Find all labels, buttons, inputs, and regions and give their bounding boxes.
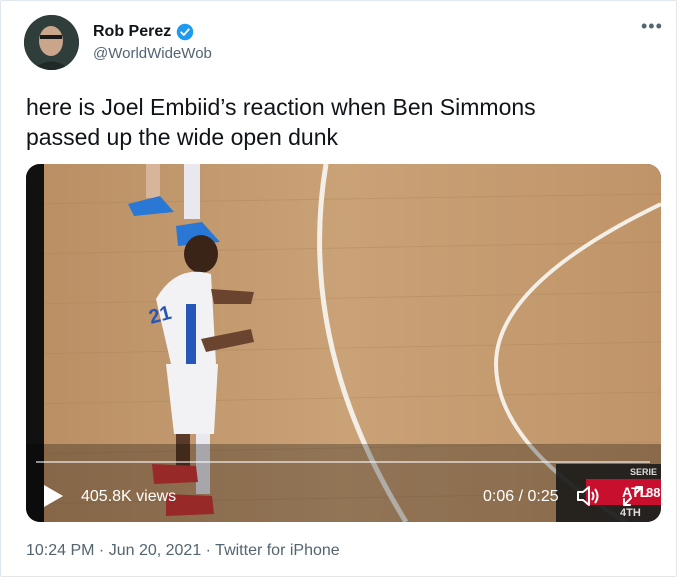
tweet-card: Rob Perez @WorldWideWob ••• here is Joel… [0, 0, 677, 577]
video-progress-bar[interactable] [36, 461, 650, 463]
scorebug-series: SERIE [630, 467, 657, 477]
scorebug-score: 88 [646, 485, 660, 500]
video-player[interactable]: 21 SERIE ATL 88 4TH 405.8K views 0:06 / … [26, 164, 661, 522]
tweet-text: here is Joel Embiid’s reaction when Ben … [26, 92, 646, 152]
scorebug: SERIE ATL 88 4TH [556, 464, 661, 522]
tweet-time[interactable]: 10:24 PM [26, 542, 94, 559]
avatar-image [24, 15, 79, 70]
scorebug-quarter: 4TH [620, 507, 641, 519]
tweet-date[interactable]: Jun 20, 2021 [109, 542, 202, 559]
view-count: 405.8K views [81, 488, 177, 505]
tweet-text-line: here is Joel Embiid’s reaction when Ben … [26, 94, 536, 120]
tweet-text-line: passed up the wide open dunk [26, 124, 339, 150]
fullscreen-icon[interactable] [621, 484, 645, 508]
video-time: 0:06 / 0:25 [483, 488, 559, 505]
meta-separator: · [94, 542, 109, 559]
author-handle[interactable]: @WorldWideWob [93, 45, 212, 62]
more-options-icon[interactable]: ••• [641, 17, 663, 35]
play-icon[interactable] [42, 484, 64, 508]
author-name[interactable]: Rob Perez [93, 23, 171, 41]
volume-icon[interactable] [575, 483, 601, 509]
video-frame: 21 SERIE ATL 88 4TH [26, 164, 661, 522]
avatar[interactable] [24, 15, 79, 70]
verified-badge-icon [177, 23, 194, 41]
tweet-source[interactable]: Twitter for iPhone [215, 542, 340, 559]
tweet-metadata: 10:24 PM · Jun 20, 2021 · Twitter for iP… [26, 542, 340, 560]
meta-separator: · [201, 542, 216, 559]
